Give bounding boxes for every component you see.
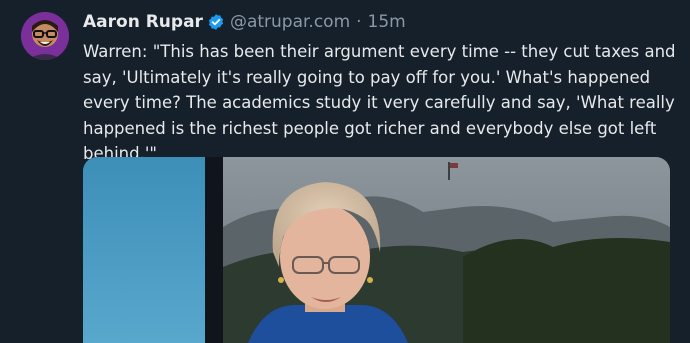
video-thumbnail[interactable] — [83, 157, 670, 343]
post-timestamp[interactable]: 15m — [368, 9, 406, 35]
separator-dot: · — [356, 12, 362, 32]
avatar[interactable] — [21, 12, 69, 60]
post-text: Warren: "This has been their argument ev… — [83, 42, 681, 163]
post: Aaron Rupar @atrupar.com · 15m Warren: "… — [0, 0, 690, 343]
video-frame — [83, 157, 670, 343]
post-header: Aaron Rupar @atrupar.com · 15m — [83, 9, 683, 35]
verified-badge-icon — [207, 13, 225, 31]
avatar-image — [21, 12, 69, 60]
author-name[interactable]: Aaron Rupar — [83, 9, 203, 35]
author-handle[interactable]: @atrupar.com — [230, 9, 350, 35]
post-content: Aaron Rupar @atrupar.com · 15m Warren: "… — [83, 9, 683, 167]
